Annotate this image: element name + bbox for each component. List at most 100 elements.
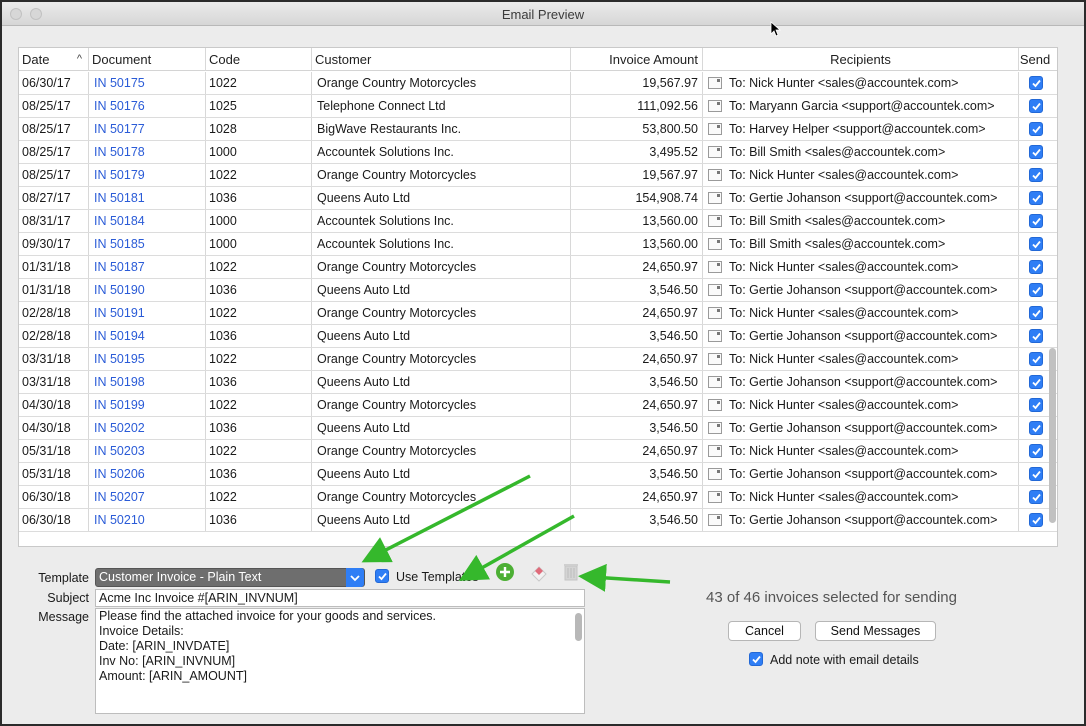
document-link[interactable]: IN 50190 xyxy=(89,279,206,301)
email-preview-icon[interactable] xyxy=(708,307,722,319)
document-link[interactable]: IN 50202 xyxy=(89,417,206,439)
document-link[interactable]: IN 50187 xyxy=(89,256,206,278)
document-link[interactable]: IN 50178 xyxy=(89,141,206,163)
message-scrollbar[interactable] xyxy=(575,613,582,641)
document-link[interactable]: IN 50207 xyxy=(89,486,206,508)
send-checkbox[interactable] xyxy=(1029,329,1043,343)
table-scrollbar[interactable] xyxy=(1049,348,1056,523)
document-link[interactable]: IN 50199 xyxy=(89,394,206,416)
email-preview-icon[interactable] xyxy=(708,491,722,503)
email-preview-icon[interactable] xyxy=(708,215,722,227)
table-row[interactable]: 01/31/18 IN 50187 1022 Orange Country Motor… xyxy=(19,256,1057,279)
send-checkbox[interactable] xyxy=(1029,122,1043,136)
document-link[interactable]: IN 50198 xyxy=(89,371,206,393)
document-link[interactable]: IN 50194 xyxy=(89,325,206,347)
send-checkbox[interactable] xyxy=(1029,260,1043,274)
send-checkbox[interactable] xyxy=(1029,352,1043,366)
send-messages-button[interactable]: Send Messages xyxy=(815,621,936,641)
email-preview-icon[interactable] xyxy=(708,422,722,434)
send-checkbox[interactable] xyxy=(1029,168,1043,182)
email-preview-icon[interactable] xyxy=(708,376,722,388)
table-row[interactable]: 08/25/17 IN 50179 1022 Orange Country Motor… xyxy=(19,164,1057,187)
document-link[interactable]: IN 50179 xyxy=(89,164,206,186)
document-link[interactable]: IN 50175 xyxy=(89,72,206,94)
table-row[interactable]: 05/31/18 IN 50206 1036 Queens Auto Ltd 3,546… xyxy=(19,463,1057,486)
column-header-document[interactable]: Document xyxy=(89,48,206,71)
send-checkbox[interactable] xyxy=(1029,375,1043,389)
table-row[interactable]: 08/25/17 IN 50176 1025 Telephone Connect Lt… xyxy=(19,95,1057,118)
send-checkbox[interactable] xyxy=(1029,145,1043,159)
column-header-invoice-amount[interactable]: Invoice Amount xyxy=(571,48,703,71)
table-row[interactable]: 04/30/18 IN 50202 1036 Queens Auto Ltd 3,546… xyxy=(19,417,1057,440)
add-template-icon[interactable] xyxy=(495,562,515,582)
send-checkbox[interactable] xyxy=(1029,99,1043,113)
table-row[interactable]: 05/31/18 IN 50203 1022 Orange Country Motor… xyxy=(19,440,1057,463)
email-preview-icon[interactable] xyxy=(708,238,722,250)
email-preview-icon[interactable] xyxy=(708,192,722,204)
template-select[interactable]: Customer Invoice - Plain Text xyxy=(95,568,365,587)
email-preview-icon[interactable] xyxy=(708,330,722,342)
send-checkbox[interactable] xyxy=(1029,513,1043,527)
document-link[interactable]: IN 50176 xyxy=(89,95,206,117)
table-row[interactable]: 03/31/18 IN 50198 1036 Queens Auto Ltd 3,546… xyxy=(19,371,1057,394)
email-preview-icon[interactable] xyxy=(708,468,722,480)
email-preview-icon[interactable] xyxy=(708,261,722,273)
table-row[interactable]: 08/27/17 IN 50181 1036 Queens Auto Ltd 154,9… xyxy=(19,187,1057,210)
table-row[interactable]: 08/31/17 IN 50184 1000 Accountek Solutions … xyxy=(19,210,1057,233)
add-note-checkbox[interactable] xyxy=(749,652,763,666)
send-checkbox[interactable] xyxy=(1029,306,1043,320)
column-header-customer[interactable]: Customer xyxy=(312,48,571,71)
subject-field[interactable]: Acme Inc Invoice #[ARIN_INVNUM] xyxy=(95,589,585,607)
send-checkbox[interactable] xyxy=(1029,490,1043,504)
table-row[interactable]: 06/30/17 IN 50175 1022 Orange Country Motor… xyxy=(19,72,1057,95)
email-preview-icon[interactable] xyxy=(708,445,722,457)
send-checkbox[interactable] xyxy=(1029,421,1043,435)
send-checkbox[interactable] xyxy=(1029,191,1043,205)
column-header-send[interactable]: Send xyxy=(1019,48,1051,71)
use-templates-checkbox[interactable] xyxy=(375,569,389,583)
email-preview-icon[interactable] xyxy=(708,77,722,89)
document-link[interactable]: IN 50191 xyxy=(89,302,206,324)
column-header-date[interactable]: Date ^ xyxy=(19,48,89,71)
table-row[interactable]: 01/31/18 IN 50190 1036 Queens Auto Ltd 3,546… xyxy=(19,279,1057,302)
chevron-down-icon[interactable] xyxy=(346,568,364,587)
document-link[interactable]: IN 50184 xyxy=(89,210,206,232)
email-preview-icon[interactable] xyxy=(708,123,722,135)
send-checkbox[interactable] xyxy=(1029,76,1043,90)
table-row[interactable]: 06/30/18 IN 50210 1036 Queens Auto Ltd 3,546… xyxy=(19,509,1057,532)
send-checkbox[interactable] xyxy=(1029,283,1043,297)
email-preview-icon[interactable] xyxy=(708,169,722,181)
table-row[interactable]: 09/30/17 IN 50185 1000 Accountek Solutions … xyxy=(19,233,1057,256)
cancel-button[interactable]: Cancel xyxy=(728,621,801,641)
eraser-icon[interactable] xyxy=(529,562,549,582)
document-link[interactable]: IN 50177 xyxy=(89,118,206,140)
email-preview-icon[interactable] xyxy=(708,353,722,365)
table-row[interactable]: 03/31/18 IN 50195 1022 Orange Country Motor… xyxy=(19,348,1057,371)
table-row[interactable]: 02/28/18 IN 50191 1022 Orange Country Motor… xyxy=(19,302,1057,325)
trash-icon[interactable] xyxy=(562,562,580,582)
table-row[interactable]: 06/30/18 IN 50207 1022 Orange Country Motor… xyxy=(19,486,1057,509)
send-checkbox[interactable] xyxy=(1029,467,1043,481)
table-row[interactable]: 04/30/18 IN 50199 1022 Orange Country Motor… xyxy=(19,394,1057,417)
message-textarea[interactable]: Please find the attached invoice for you… xyxy=(95,608,585,714)
document-link[interactable]: IN 50181 xyxy=(89,187,206,209)
column-header-code[interactable]: Code xyxy=(206,48,312,71)
table-row[interactable]: 08/25/17 IN 50178 1000 Accountek Solutions … xyxy=(19,141,1057,164)
document-link[interactable]: IN 50210 xyxy=(89,509,206,531)
document-link[interactable]: IN 50185 xyxy=(89,233,206,255)
table-row[interactable]: 08/25/17 IN 50177 1028 BigWave Restaurants … xyxy=(19,118,1057,141)
email-preview-icon[interactable] xyxy=(708,146,722,158)
email-preview-icon[interactable] xyxy=(708,399,722,411)
column-header-recipients[interactable]: Recipients xyxy=(703,48,1019,71)
send-checkbox[interactable] xyxy=(1029,214,1043,228)
document-link[interactable]: IN 50206 xyxy=(89,463,206,485)
table-row[interactable]: 02/28/18 IN 50194 1036 Queens Auto Ltd 3,546… xyxy=(19,325,1057,348)
send-checkbox[interactable] xyxy=(1029,398,1043,412)
document-link[interactable]: IN 50195 xyxy=(89,348,206,370)
email-preview-icon[interactable] xyxy=(708,514,722,526)
send-checkbox[interactable] xyxy=(1029,444,1043,458)
email-preview-icon[interactable] xyxy=(708,284,722,296)
send-checkbox[interactable] xyxy=(1029,237,1043,251)
document-link[interactable]: IN 50203 xyxy=(89,440,206,462)
email-preview-icon[interactable] xyxy=(708,100,722,112)
